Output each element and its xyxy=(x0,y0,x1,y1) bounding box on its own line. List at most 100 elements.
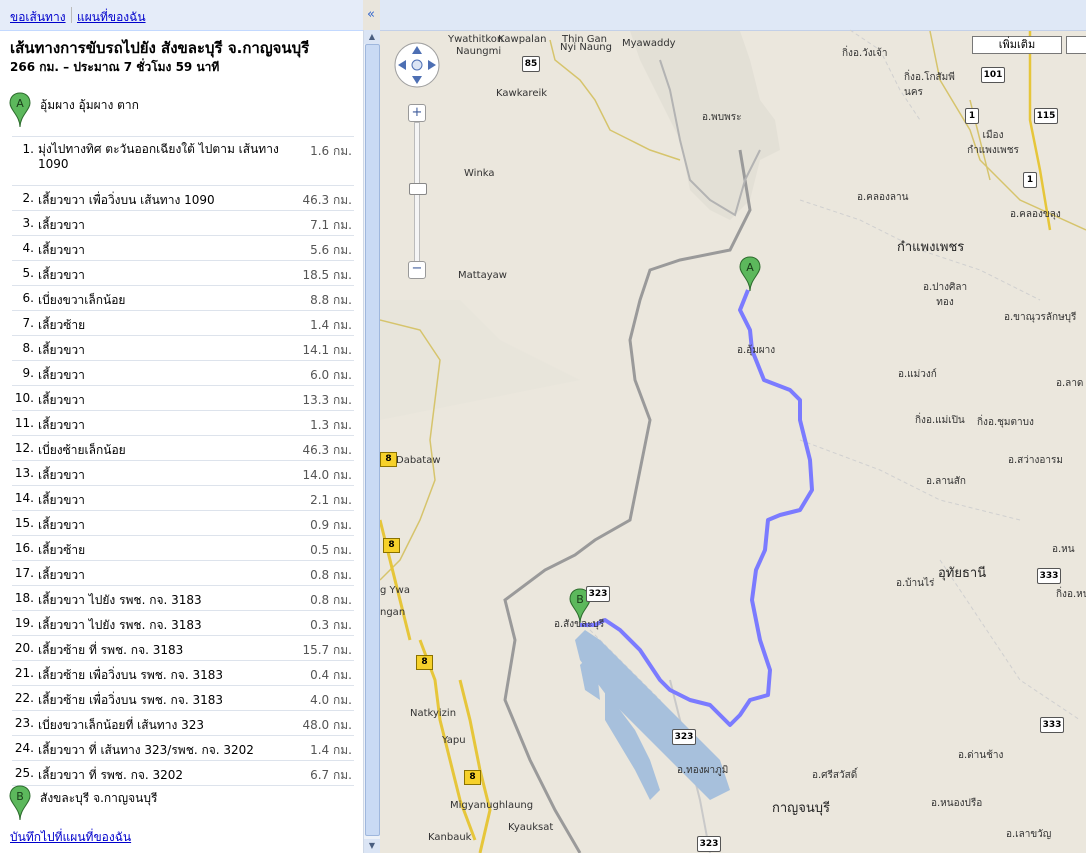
step-number: 8. xyxy=(22,341,34,355)
destination-marker-icon[interactable]: B xyxy=(9,785,31,821)
map-label: กิ่งอ.วังเจ้า xyxy=(842,48,888,59)
map-label: Mattayaw xyxy=(458,270,507,281)
map-label: Kyauksat xyxy=(508,822,554,833)
direction-step[interactable]: 20. เลี้ยวซ้าย ที่ รพช. กจ. 3183 15.7 กม. xyxy=(12,635,354,660)
direction-step[interactable]: 10. เลี้ยวขวา 13.3 กม. xyxy=(12,385,354,410)
road-shield: 323 xyxy=(672,729,696,745)
map-canvas[interactable]: A B + − เพิ่มเติม Ywathitkon Kawpalan Th… xyxy=(380,0,1086,853)
map-label: g Ywa xyxy=(380,585,410,596)
scroll-up-icon[interactable]: ▲ xyxy=(364,30,380,44)
direction-step[interactable]: 15. เลี้ยวขวา 0.9 กม. xyxy=(12,510,354,535)
step-number: 4. xyxy=(22,241,34,255)
map-label: อ.พบพระ xyxy=(702,112,742,123)
road-shield: 85 xyxy=(522,56,540,72)
direction-step[interactable]: 1. มุ่งไปทางทิศ ตะวันออกเฉียงใต้ ไปตาม เส… xyxy=(12,136,354,185)
road-shield: 333 xyxy=(1040,717,1064,733)
map-label: เมืองกำแพงเพชร xyxy=(967,130,1019,156)
step-number: 16. xyxy=(14,541,34,555)
route-title: เส้นทางการขับรถไปยัง สังขละบุรี จ.กาญจนบ… xyxy=(10,39,310,57)
direction-step[interactable]: 23. เบี่ยงขวาเล็กน้อยที่ เส้นทาง 323 48.0 … xyxy=(12,710,354,735)
map-label: อุทัยธานี xyxy=(938,566,987,581)
direction-step[interactable]: 4. เลี้ยวขวา 5.6 กม. xyxy=(12,235,354,260)
step-instruction: เลี้ยวซ้าย xyxy=(38,318,86,332)
map-label: Ywathitkon xyxy=(448,34,504,45)
step-instruction: เลี้ยวขวา xyxy=(38,493,85,507)
step-number: 19. xyxy=(14,616,34,630)
step-distance: 0.3 กม. xyxy=(310,618,352,632)
zoom-slider-track[interactable] xyxy=(414,122,420,268)
more-button[interactable]: เพิ่มเติม xyxy=(972,36,1062,54)
map-label: Myawaddy xyxy=(622,38,676,49)
direction-step[interactable]: 12. เบี่ยงซ้ายเล็กน้อย 46.3 กม. xyxy=(12,435,354,460)
map-label: ngan xyxy=(380,607,406,618)
scroll-down-icon[interactable]: ▼ xyxy=(364,839,380,853)
step-instruction: เลี้ยวซ้าย xyxy=(38,543,86,557)
road-shield: 8 xyxy=(464,770,481,785)
step-distance: 14.1 กม. xyxy=(302,343,352,357)
step-instruction: เลี้ยวขวา xyxy=(38,518,85,532)
map-label: อ.หน xyxy=(1052,544,1075,555)
route-summary: 266 กม. – ประมาณ 7 ชั่วโมง 59 นาที xyxy=(10,60,220,74)
direction-step[interactable]: 9. เลี้ยวขวา 6.0 กม. xyxy=(12,360,354,385)
origin-marker-icon[interactable]: A xyxy=(9,92,31,128)
step-number: 15. xyxy=(14,516,34,530)
direction-step[interactable]: 22. เลี้ยวซ้าย เพื่อวิ่งบน รพช. กจ. 3183 4… xyxy=(12,685,354,710)
zoom-out-button[interactable]: − xyxy=(408,261,426,279)
zoom-in-button[interactable]: + xyxy=(408,104,426,122)
panel-scrollbar[interactable]: ▲ ▼ xyxy=(363,30,380,853)
direction-step[interactable]: 8. เลี้ยวขวา 14.1 กม. xyxy=(12,335,354,360)
map-label: กิ่งอ.หน xyxy=(1056,589,1086,600)
map-label: กิ่งอ.ชุมตาบง xyxy=(977,417,1034,428)
step-number: 11. xyxy=(14,416,34,430)
step-distance: 6.0 กม. xyxy=(310,368,352,382)
map-label: อ.สังขละบุรี xyxy=(554,619,605,630)
tab-directions[interactable]: ขอเส้นทาง xyxy=(10,8,66,27)
direction-step[interactable]: 5. เลี้ยวขวา 18.5 กม. xyxy=(12,260,354,285)
map-label: อ.หนองปรือ xyxy=(931,798,983,809)
direction-step[interactable]: 2. เลี้ยวขวา เพื่อวิ่งบน เส้นทาง 1090 46.3… xyxy=(12,185,354,210)
map-label: อ.บ้านไร่ xyxy=(896,578,935,589)
direction-step[interactable]: 6. เบี่ยงขวาเล็กน้อย 8.8 กม. xyxy=(12,285,354,310)
pan-control-icon[interactable] xyxy=(393,41,441,89)
direction-step[interactable]: 24. เลี้ยวขวา ที่ เส้นทาง 323/รพช. กจ. 32… xyxy=(12,735,354,760)
step-number: 12. xyxy=(14,441,34,455)
map-label: อ.คลองขลุง xyxy=(1010,209,1061,220)
step-number: 21. xyxy=(14,666,34,680)
map-label: Natkyizin xyxy=(410,708,457,719)
save-to-my-maps-link[interactable]: บันทึกไปที่แผนที่ของฉัน xyxy=(10,828,131,847)
direction-step[interactable]: 21. เลี้ยวซ้าย เพื่อวิ่งบน รพช. กจ. 3183 0… xyxy=(12,660,354,685)
direction-step[interactable]: 14. เลี้ยวขวา 2.1 กม. xyxy=(12,485,354,510)
map-label: Migyanughlaung xyxy=(450,800,534,811)
tab-my-maps[interactable]: แผนที่ของฉัน xyxy=(77,8,146,27)
collapse-panel-icon[interactable]: « xyxy=(364,6,378,24)
scroll-thumb[interactable] xyxy=(365,44,380,836)
direction-step[interactable]: 17. เลี้ยวขวา 0.8 กม. xyxy=(12,560,354,585)
step-distance: 46.3 กม. xyxy=(302,443,352,457)
destination-address: สังขละบุรี จ.กาญจนบุรี xyxy=(40,791,158,805)
step-distance: 15.7 กม. xyxy=(302,643,352,657)
step-instruction: เลี้ยวซ้าย เพื่อวิ่งบน รพช. กจ. 3183 xyxy=(38,668,223,682)
map-view-button[interactable] xyxy=(1066,36,1086,54)
direction-step[interactable]: 18. เลี้ยวขวา ไปยัง รพช. กจ. 3183 0.8 กม. xyxy=(12,585,354,610)
direction-step[interactable]: 11. เลี้ยวขวา 1.3 กม. xyxy=(12,410,354,435)
step-number: 10. xyxy=(14,391,34,405)
direction-step[interactable]: 16. เลี้ยวซ้าย 0.5 กม. xyxy=(12,535,354,560)
direction-step[interactable]: 7. เลี้ยวซ้าย 1.4 กม. xyxy=(12,310,354,335)
road-shield: 8 xyxy=(416,655,433,670)
step-distance: 1.4 กม. xyxy=(310,318,352,332)
step-instruction: เลี้ยวขวา xyxy=(38,268,85,282)
direction-step[interactable]: 3. เลี้ยวขวา 7.1 กม. xyxy=(12,210,354,235)
step-number: 25. xyxy=(14,766,34,780)
map-label: กำแพงเพชร xyxy=(897,240,965,255)
map-label: อ.เลาขวัญ xyxy=(1006,829,1052,840)
step-number: 23. xyxy=(14,716,34,730)
direction-step[interactable]: 19. เลี้ยวขวา ไปยัง รพช. กจ. 3183 0.3 กม. xyxy=(12,610,354,635)
steps-divider xyxy=(12,785,354,786)
step-instruction: เลี้ยวขวา xyxy=(38,218,85,232)
step-instruction: เลี้ยวขวา xyxy=(38,393,85,407)
map-marker-a-icon[interactable]: A xyxy=(739,256,761,292)
direction-step[interactable]: 25. เลี้ยวขวา ที่ รพช. กจ. 3202 6.7 กม. xyxy=(12,760,354,785)
step-distance: 48.0 กม. xyxy=(302,718,352,732)
direction-step[interactable]: 13. เลี้ยวขวา 14.0 กม. xyxy=(12,460,354,485)
zoom-slider-thumb[interactable] xyxy=(409,183,427,195)
